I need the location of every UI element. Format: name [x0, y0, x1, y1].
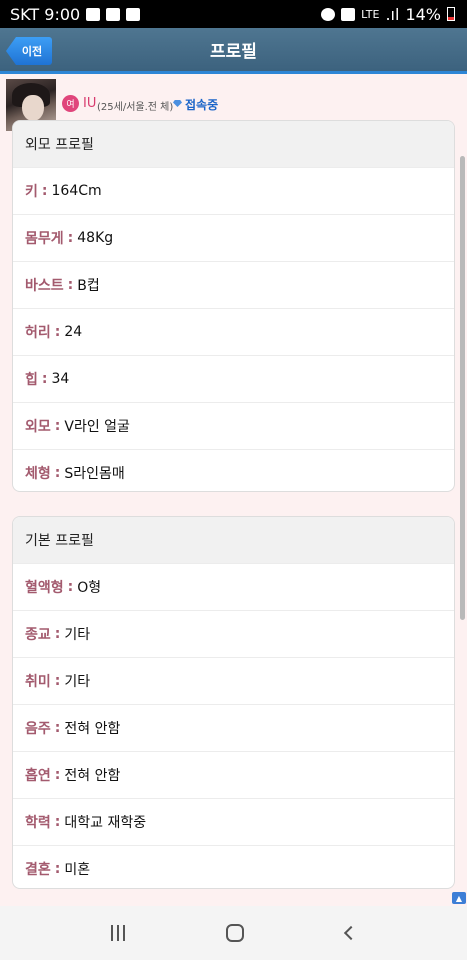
row-value: V라인 얼굴 — [64, 419, 130, 435]
profile-row: 체형: S라인몸매 — [13, 449, 454, 491]
row-label: 체형 — [25, 466, 51, 482]
row-value: 24 — [64, 324, 83, 340]
status-bar: SKT 9:00 LTE .ıl 14% — [0, 0, 467, 28]
row-label: 결혼 — [25, 862, 51, 878]
profile-row: 학력: 대학교 재학중 — [13, 798, 454, 845]
recent-apps-icon[interactable] — [110, 925, 125, 941]
row-label: 바스트 — [25, 278, 64, 294]
alarm-icon — [321, 7, 336, 21]
row-label: 음주 — [25, 721, 51, 737]
basic-card-title: 기본 프로필 — [13, 517, 454, 563]
home-icon[interactable] — [226, 924, 245, 942]
row-label: 종교 — [25, 627, 51, 643]
back-icon[interactable] — [344, 925, 359, 941]
profile-row: 음주: 전혀 안함 — [13, 704, 454, 751]
row-label: 힙 — [25, 372, 38, 388]
appearance-profile-card: 외모 프로필 키:164Cm 몸무게:48Kg 바스트: B컵 허리:24 힙:3… — [12, 120, 455, 492]
system-nav-bar — [0, 906, 467, 960]
profile-row: 종교: 기타 — [13, 610, 454, 657]
row-value: 48Kg — [77, 230, 114, 246]
user-name: IU — [83, 96, 97, 111]
row-value: 기타 — [64, 674, 91, 690]
scroll-top-icon[interactable]: ▲ — [452, 892, 466, 904]
profile-row: 힙:34 — [13, 355, 454, 402]
network-label: LTE — [361, 7, 380, 21]
row-label: 학력 — [25, 815, 51, 831]
row-label: 흡연 — [25, 768, 51, 784]
row-value: O형 — [77, 580, 102, 596]
profile-row: 혈액형: O형 — [13, 563, 454, 610]
gender-badge: 여 — [62, 95, 79, 112]
basic-profile-card: 기본 프로필 혈액형: O형 종교: 기타 취미: 기타 음주: 전혀 안함 흡연: 전혀… — [12, 516, 455, 889]
notification-icon — [126, 7, 141, 21]
row-value: 대학교 재학중 — [64, 815, 147, 831]
row-label: 혈액형 — [25, 580, 64, 596]
app-header: 이전 프로필 — [0, 28, 467, 74]
profile-row: 키:164Cm — [13, 167, 454, 214]
page-title: 프로필 — [210, 42, 257, 62]
back-button[interactable]: 이전 — [6, 37, 52, 65]
profile-row: 취미: 기타 — [13, 657, 454, 704]
row-label: 취미 — [25, 674, 51, 690]
mute-icon — [341, 7, 356, 21]
row-value: 기타 — [64, 627, 91, 643]
row-value: 164Cm — [51, 183, 102, 199]
profile-row: 흡연: 전혀 안함 — [13, 751, 454, 798]
battery-text: 14% — [405, 4, 441, 24]
diamond-icon — [173, 100, 182, 107]
user-meta: (25세/서울.전 체) — [97, 102, 174, 113]
gallery-icon — [86, 7, 101, 21]
talk-icon — [106, 7, 121, 21]
profile-row: 바스트: B컵 — [13, 261, 454, 308]
row-value: B컵 — [77, 278, 100, 294]
row-value: 미혼 — [64, 862, 91, 878]
row-label: 몸무게 — [25, 231, 64, 247]
profile-row: 허리:24 — [13, 308, 454, 355]
row-value: S라인몸매 — [64, 466, 125, 482]
row-label: 허리 — [25, 325, 51, 341]
profile-row: 외모: V라인 얼굴 — [13, 402, 454, 449]
signal-icon: .ıl — [385, 4, 400, 24]
profile-row: 결혼: 미혼 — [13, 845, 454, 888]
row-label: 외모 — [25, 419, 51, 435]
row-value: 전혀 안함 — [64, 721, 121, 737]
row-value: 전혀 안함 — [64, 768, 121, 784]
appearance-card-title: 외모 프로필 — [13, 121, 454, 167]
battery-icon — [447, 7, 455, 21]
row-value: 34 — [51, 371, 70, 387]
online-status: 접속중 — [185, 98, 219, 112]
profile-row: 몸무게:48Kg — [13, 214, 454, 261]
scrollbar[interactable] — [460, 156, 465, 620]
carrier-time: SKT 9:00 — [10, 4, 81, 24]
row-label: 키 — [25, 184, 38, 200]
